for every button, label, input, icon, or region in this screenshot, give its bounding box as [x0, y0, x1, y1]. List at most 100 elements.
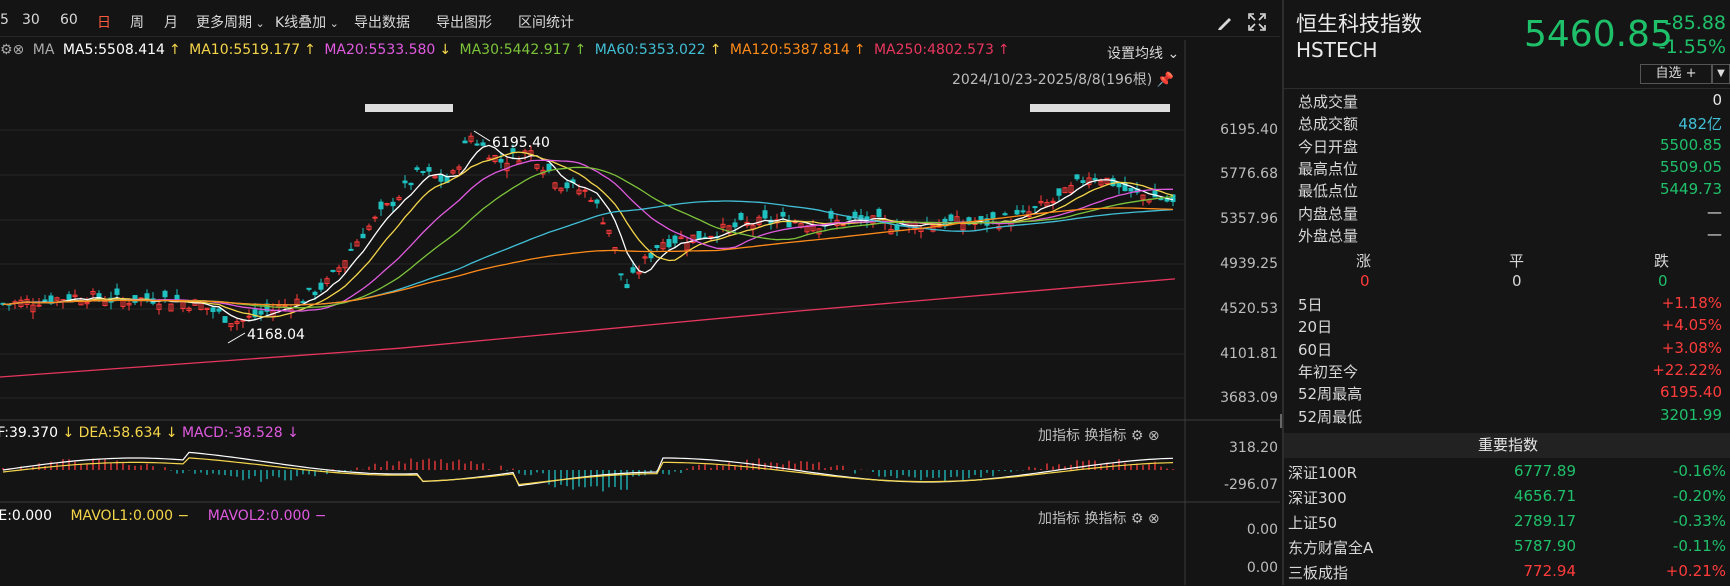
- y-tick-5: 4101.81: [1220, 346, 1278, 362]
- kline-chart[interactable]: [0, 0, 1280, 585]
- dif-value: DIF:39.370: [0, 425, 58, 441]
- index-row-name: 深证300: [1288, 489, 1347, 507]
- switch-indicator-button[interactable]: 换指标: [1084, 511, 1126, 527]
- stat-label: 总成交量: [1298, 93, 1359, 111]
- candle-body: [1080, 180, 1086, 183]
- candle-body: [990, 212, 996, 220]
- candle-body: [840, 224, 846, 227]
- updown-values: 0 0 0: [1284, 272, 1730, 292]
- candle-body: [696, 231, 702, 240]
- ma250-line: [0, 278, 1176, 378]
- period-value: 6195.40: [1659, 383, 1722, 402]
- candle-body: [210, 307, 216, 313]
- mavol1-value: MAVOL1:0.000: [70, 508, 174, 524]
- macd-arrow: ↓: [287, 425, 299, 441]
- index-row-pct: -0.11%: [1672, 537, 1726, 555]
- index-row[interactable]: 深证100R 6777.89 -0.16%: [1288, 462, 1726, 486]
- volume-tick-bottom: 0.00: [1246, 560, 1278, 576]
- volume-value: VOLUME:0.000: [0, 508, 52, 524]
- candle-body: [330, 269, 336, 272]
- ma10-line: [2, 151, 1174, 318]
- index-row-name: 上证50: [1288, 514, 1338, 532]
- index-row-name: 三板成指: [1288, 564, 1349, 582]
- index-row-pct: +0.21%: [1665, 562, 1726, 580]
- candle-body: [624, 284, 630, 289]
- period-row: 52周最高 6195.40: [1298, 383, 1722, 405]
- period-label: 20日: [1298, 318, 1333, 337]
- index-row-pct: -0.20%: [1672, 487, 1726, 505]
- stat-value: 482亿: [1678, 115, 1722, 134]
- candle-body: [762, 210, 768, 219]
- candle-body: [738, 213, 744, 220]
- candle-body: [216, 308, 222, 312]
- candle-body: [1032, 206, 1038, 209]
- period-row: 年初至今 +22.22%: [1298, 361, 1722, 383]
- candle-body: [306, 287, 312, 290]
- add-indicator-button[interactable]: 加指标: [1038, 428, 1080, 444]
- y-tick-1: 5776.68: [1220, 166, 1278, 182]
- stat-value: 5449.73: [1659, 180, 1722, 199]
- stat-label: 外盘总量: [1298, 226, 1359, 245]
- volume-controls: 加指标 换指标 ⚙ ⊗: [1038, 508, 1160, 528]
- watchlist-dropdown[interactable]: ▼: [1712, 64, 1730, 84]
- candle-body: [1074, 174, 1080, 180]
- candle-body: [318, 282, 324, 290]
- period-value: 3201.99: [1659, 405, 1722, 424]
- index-row[interactable]: 三板成指 772.94 +0.21%: [1288, 562, 1726, 586]
- candle-body: [282, 304, 288, 307]
- index-row-price: 6777.89: [1513, 462, 1576, 480]
- period-row: 52周最低 3201.99: [1298, 406, 1722, 428]
- dea-value: DEA:58.634: [78, 425, 162, 441]
- macd-value: MACD:-38.528: [181, 425, 283, 441]
- stat-row: 外盘总量 —: [1298, 225, 1722, 247]
- candle-body: [1092, 178, 1098, 181]
- down-count: 0: [1658, 272, 1668, 290]
- candle-body: [732, 222, 738, 228]
- stat-row: 总成交额 482亿: [1298, 113, 1722, 135]
- macd-legend: DIF:39.370 ↓ DEA:58.634 ↓ MACD:-38.528 ↓: [0, 425, 299, 441]
- candle-body: [300, 301, 306, 304]
- period-value: +22.22%: [1652, 360, 1722, 379]
- volume-tick-top: 0.00: [1246, 522, 1278, 538]
- ma60-line: [2, 200, 1174, 306]
- candle-body: [414, 167, 420, 170]
- candle-body: [480, 142, 486, 146]
- indices-header: 重要指数: [1284, 433, 1730, 458]
- period-value: +4.05%: [1661, 316, 1722, 335]
- close-icon[interactable]: ⊗: [1148, 511, 1160, 527]
- candle-body: [402, 180, 408, 184]
- stat-row: 内盘总量 —: [1298, 203, 1722, 225]
- close-icon[interactable]: ⊗: [1148, 428, 1160, 444]
- period-label: 52周最低: [1298, 407, 1363, 426]
- stat-row: 最低点位 5449.73: [1298, 180, 1722, 202]
- candle-body: [1170, 194, 1176, 202]
- index-row-pct: -0.16%: [1672, 462, 1726, 480]
- y-tick-3: 4939.25: [1220, 256, 1278, 272]
- watchlist-button[interactable]: 自选 +: [1640, 64, 1712, 84]
- y-tick-4: 4520.53: [1220, 301, 1278, 317]
- gear-icon[interactable]: ⚙: [1131, 428, 1144, 444]
- stat-label: 内盘总量: [1298, 204, 1359, 223]
- candle-body: [348, 248, 354, 251]
- candle-body: [948, 214, 954, 222]
- candle-body: [780, 211, 786, 217]
- stat-label: 总成交额: [1298, 115, 1359, 134]
- period-row: 5日 +1.18%: [1298, 294, 1722, 316]
- y-tick-6: 3683.09: [1220, 390, 1278, 406]
- index-row[interactable]: 东方财富全A 5787.90 -0.11%: [1288, 537, 1726, 561]
- candle-body: [390, 201, 396, 207]
- high-arrow: [473, 130, 491, 142]
- period-label: 5日: [1298, 296, 1323, 314]
- price-change: -85.88: [1664, 12, 1726, 34]
- candle-body: [498, 158, 504, 163]
- candle-body: [654, 245, 660, 249]
- mavol2-value: MAVOL2:0.000: [207, 508, 311, 524]
- switch-indicator-button[interactable]: 换指标: [1084, 428, 1126, 444]
- index-row[interactable]: 上证50 2789.17 -0.33%: [1288, 512, 1726, 536]
- index-row[interactable]: 深证300 4656.71 -0.20%: [1288, 487, 1726, 511]
- y-tick-0: 6195.40: [1220, 122, 1278, 138]
- candle-body: [438, 174, 444, 182]
- gear-icon[interactable]: ⚙: [1131, 511, 1144, 527]
- current-price: 5460.85: [1524, 14, 1673, 55]
- add-indicator-button[interactable]: 加指标: [1038, 511, 1080, 527]
